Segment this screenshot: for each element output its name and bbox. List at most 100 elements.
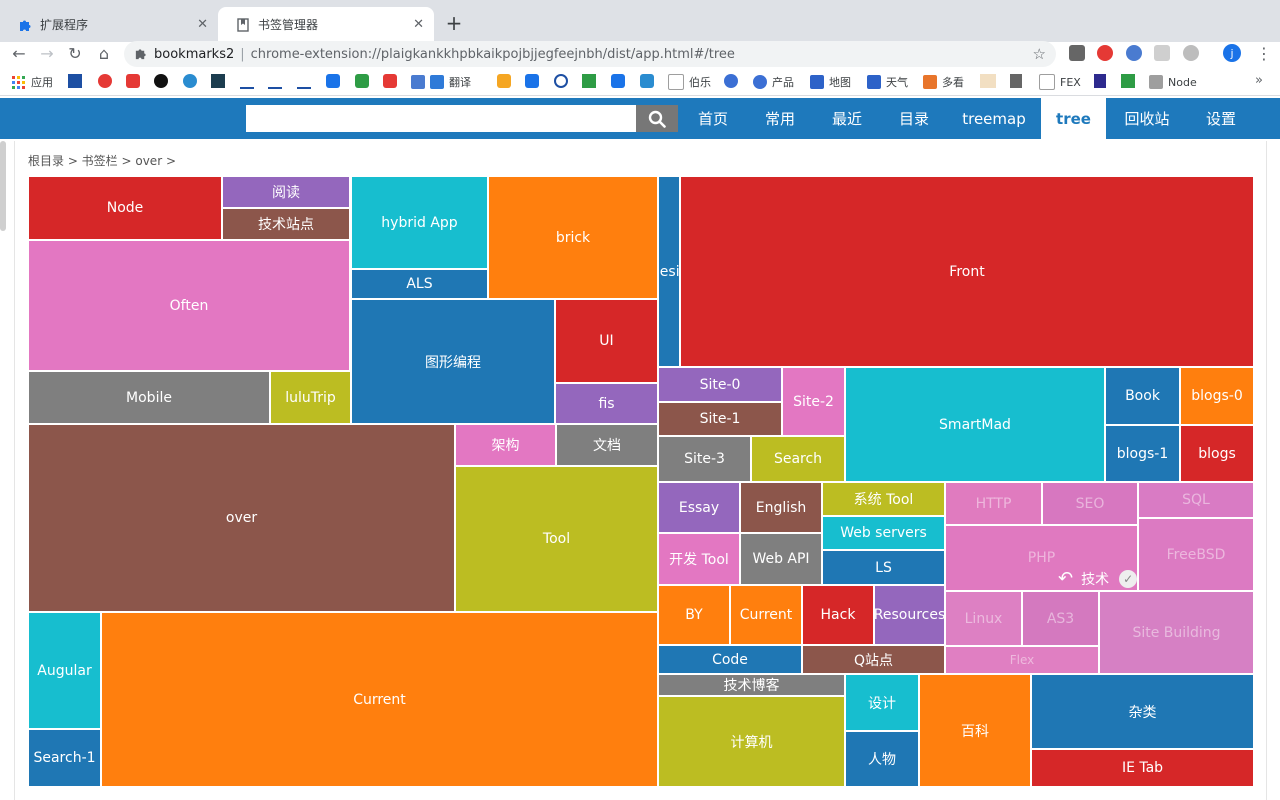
breadcrumb[interactable]: 根目录 > 书签栏 > over > bbox=[28, 152, 176, 169]
treemap-cell-lulutrip[interactable]: luluTrip bbox=[270, 371, 351, 424]
nav-directory[interactable]: 目录 bbox=[881, 98, 947, 139]
zhihu-icon[interactable] bbox=[525, 74, 539, 88]
bookmark-favicon-icon[interactable] bbox=[1010, 74, 1022, 88]
bookmark-favicon-icon[interactable] bbox=[240, 87, 254, 89]
treemap-cell-people[interactable]: 人物 bbox=[845, 731, 919, 787]
treemap-cell-smartmad[interactable]: SmartMad bbox=[845, 367, 1105, 482]
treemap-cell-dev-tool[interactable]: 开发 Tool bbox=[658, 533, 740, 585]
treemap-cell-als[interactable]: ALS bbox=[351, 269, 488, 299]
nav-tree[interactable]: tree bbox=[1041, 98, 1106, 139]
home-icon[interactable]: ⌂ bbox=[93, 42, 115, 64]
treemap-cell-by[interactable]: BY bbox=[658, 585, 730, 645]
treemap-cell-blogs-0[interactable]: blogs-0 bbox=[1180, 367, 1254, 425]
treemap-subcell-http[interactable]: HTTP bbox=[945, 482, 1042, 525]
treemap-cell-web-api[interactable]: Web API bbox=[740, 533, 822, 585]
bookmark-favicon-icon[interactable] bbox=[326, 74, 340, 88]
bookmark-favicon-icon[interactable] bbox=[211, 74, 225, 88]
nav-treemap[interactable]: treemap bbox=[948, 98, 1040, 139]
treemap-cell-ls[interactable]: LS bbox=[822, 550, 945, 585]
treemap-subcell-as3[interactable]: AS3 bbox=[1022, 591, 1099, 646]
treemap-cell-design-cn[interactable]: 设计 bbox=[845, 674, 919, 731]
treemap-cell-docs[interactable]: 文档 bbox=[556, 424, 658, 466]
treemap-cell-hybrid-app[interactable]: hybrid App bbox=[351, 176, 488, 269]
treemap-subcell-sql[interactable]: SQL bbox=[1138, 482, 1254, 518]
treemap-cell-often[interactable]: Often bbox=[28, 240, 350, 371]
close-icon[interactable]: ✕ bbox=[197, 17, 208, 32]
bookmark-translate[interactable]: 翻译 bbox=[411, 73, 471, 91]
baidu-paw-icon[interactable] bbox=[724, 74, 738, 88]
treemap-subcell-linux[interactable]: Linux bbox=[945, 591, 1022, 646]
nav-settings[interactable]: 设置 bbox=[1188, 98, 1254, 139]
treemap-cell-mobile[interactable]: Mobile bbox=[28, 371, 270, 424]
treemap-cell-encyclopedia[interactable]: 百科 bbox=[919, 674, 1031, 787]
address-bar[interactable]: bookmarks2 | chrome-extension://plaigkan… bbox=[124, 41, 1056, 67]
bookmark-favicon-icon[interactable] bbox=[268, 87, 282, 89]
tab-bookmark-manager[interactable]: 书签管理器 ✕ bbox=[218, 7, 434, 42]
treemap-cell-book[interactable]: Book bbox=[1105, 367, 1180, 425]
nav-recycle-bin[interactable]: 回收站 bbox=[1107, 98, 1187, 139]
treemap-cell-blogs[interactable]: blogs bbox=[1180, 425, 1254, 482]
treemap-cell-design[interactable]: Design bbox=[658, 176, 680, 367]
treemap-cell-tech-blogs[interactable]: 技术博客 bbox=[658, 674, 845, 696]
treemap-cell-search[interactable]: Search bbox=[751, 436, 845, 482]
search-button[interactable] bbox=[636, 105, 678, 132]
bookmark-fex[interactable]: FEX bbox=[1039, 73, 1081, 91]
treemap-cell-site-3[interactable]: Site-3 bbox=[658, 436, 751, 482]
more-bookmarks-button[interactable]: » bbox=[1255, 73, 1263, 88]
treemap-cell-tool[interactable]: Tool bbox=[455, 466, 658, 612]
treemap-cell-graphics[interactable]: 图形编程 bbox=[351, 299, 555, 424]
treemap-cell-brick[interactable]: brick bbox=[488, 176, 658, 299]
bookmark-favicon-icon[interactable] bbox=[126, 74, 140, 88]
new-tab-button[interactable]: + bbox=[440, 9, 468, 37]
camera-icon[interactable] bbox=[1154, 45, 1170, 61]
bookmark-bole[interactable]: 伯乐 bbox=[668, 73, 711, 91]
treemap-cell-augular[interactable]: Augular bbox=[28, 612, 101, 729]
treemap-cell-site-2[interactable]: Site-2 bbox=[782, 367, 845, 436]
treemap-cell-search-1[interactable]: Search-1 bbox=[28, 729, 101, 787]
treemap-cell-ie-tab[interactable]: IE Tab bbox=[1031, 749, 1254, 787]
bookmark-favicon-icon[interactable] bbox=[640, 74, 654, 88]
treemap-cell-computer[interactable]: 计算机 bbox=[658, 696, 845, 787]
tab-extensions[interactable]: 扩展程序 ✕ bbox=[0, 7, 218, 42]
treemap-subcell-flex[interactable]: Flex bbox=[945, 646, 1099, 674]
treemap-cell-node[interactable]: Node bbox=[28, 176, 222, 240]
treemap-cell-site-1[interactable]: Site-1 bbox=[658, 402, 782, 436]
bookmark-favicon-icon[interactable] bbox=[183, 74, 197, 88]
treemap-cell-english[interactable]: English bbox=[740, 482, 822, 533]
ft-icon[interactable] bbox=[980, 74, 996, 88]
treemap-cell-system-tool[interactable]: 系统 Tool bbox=[822, 482, 945, 516]
treemap-cell-essay[interactable]: Essay bbox=[658, 482, 740, 533]
menu-icon[interactable]: ⋮ bbox=[1256, 44, 1272, 63]
bookmark-favicon-icon[interactable] bbox=[68, 74, 82, 88]
reload-icon[interactable]: ↻ bbox=[64, 42, 86, 64]
bookmark-product[interactable]: 产品 bbox=[753, 73, 794, 91]
nav-home[interactable]: 首页 bbox=[680, 98, 746, 139]
nav-recent[interactable]: 最近 bbox=[814, 98, 880, 139]
treemap-cell-misc[interactable]: 杂类 bbox=[1031, 674, 1254, 749]
treemap-cell-hack[interactable]: Hack bbox=[802, 585, 874, 645]
treemap-cell-tech-sites[interactable]: 技术站点 bbox=[222, 208, 350, 240]
bookmark-favicon-icon[interactable] bbox=[1094, 74, 1106, 88]
bookmark-favicon-icon[interactable] bbox=[497, 74, 511, 88]
bookmark-favicon-icon[interactable] bbox=[297, 87, 311, 89]
extension-icon[interactable] bbox=[1069, 45, 1085, 61]
star-icon[interactable]: ☆ bbox=[1033, 45, 1046, 63]
treemap-cell-fis[interactable]: fis bbox=[555, 383, 658, 424]
treemap-cell-current[interactable]: Current bbox=[101, 612, 658, 787]
bookmark-map[interactable]: 地图 bbox=[810, 73, 851, 91]
nav-frequent[interactable]: 常用 bbox=[747, 98, 813, 139]
bookmark-favicon-icon[interactable] bbox=[1121, 74, 1135, 88]
treemap-cell-code[interactable]: Code bbox=[658, 645, 802, 674]
search-input[interactable] bbox=[246, 105, 636, 132]
weibo-icon[interactable] bbox=[98, 74, 112, 88]
scrollbar[interactable] bbox=[0, 141, 6, 231]
treemap-cell-q-sites[interactable]: Q站点 bbox=[802, 645, 945, 674]
treemap-cell-web-servers[interactable]: Web servers bbox=[822, 516, 945, 550]
bookmark-duokan[interactable]: 多看 bbox=[923, 73, 964, 91]
bookmark-apps[interactable]: 应用 bbox=[12, 73, 53, 91]
bookmark-favicon-icon[interactable] bbox=[383, 74, 397, 88]
globe-icon[interactable] bbox=[1126, 45, 1142, 61]
undo-arrow-icon[interactable]: ↶ bbox=[1058, 568, 1073, 589]
treemap-cell-current-small[interactable]: Current bbox=[730, 585, 802, 645]
treemap-subcell-freebsd[interactable]: FreeBSD bbox=[1138, 518, 1254, 591]
